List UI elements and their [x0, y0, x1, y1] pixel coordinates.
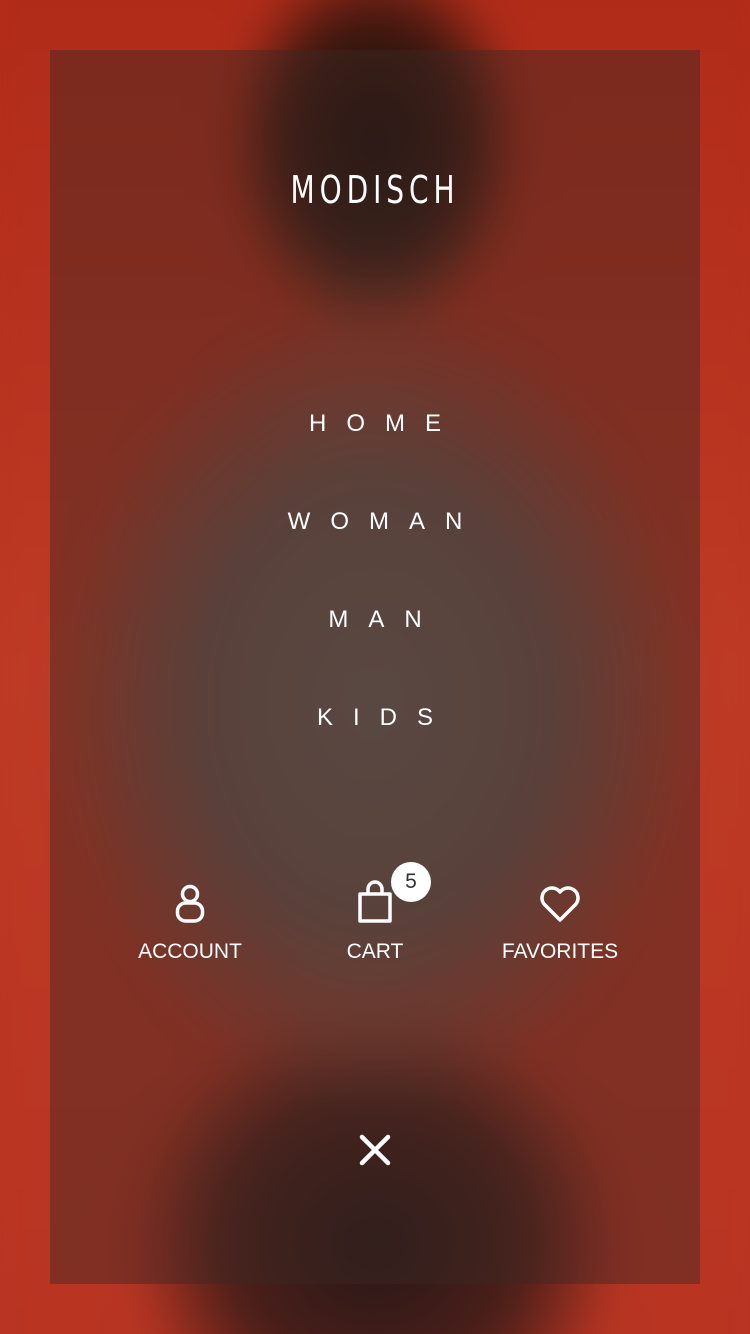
cart-label: CART [346, 940, 404, 963]
nav-item-home[interactable]: HOME [0, 405, 750, 503]
cart-button[interactable]: 5 CART [285, 862, 465, 964]
account-label: ACCOUNT [138, 940, 242, 963]
favorites-label: FAVORITES [501, 940, 619, 963]
menu-screen: MODISCH HOME WOMAN MAN KIDS ACCOUNT 5 CA… [0, 0, 750, 1334]
nav-item-woman[interactable]: WOMAN [0, 503, 750, 601]
nav-item-kids[interactable]: KIDS [0, 699, 750, 797]
heart-icon [540, 886, 580, 922]
close-icon[interactable] [355, 1130, 395, 1170]
account-icon [175, 884, 205, 923]
favorites-button[interactable]: FAVORITES [470, 880, 650, 964]
main-nav: HOME WOMAN MAN KIDS [0, 405, 750, 797]
cart-count-badge: 5 [391, 862, 431, 902]
nav-item-man[interactable]: MAN [0, 601, 750, 699]
shopping-bag-icon [358, 880, 392, 923]
account-button[interactable]: ACCOUNT [100, 880, 280, 964]
brand-logo[interactable]: MODISCH [68, 168, 683, 212]
